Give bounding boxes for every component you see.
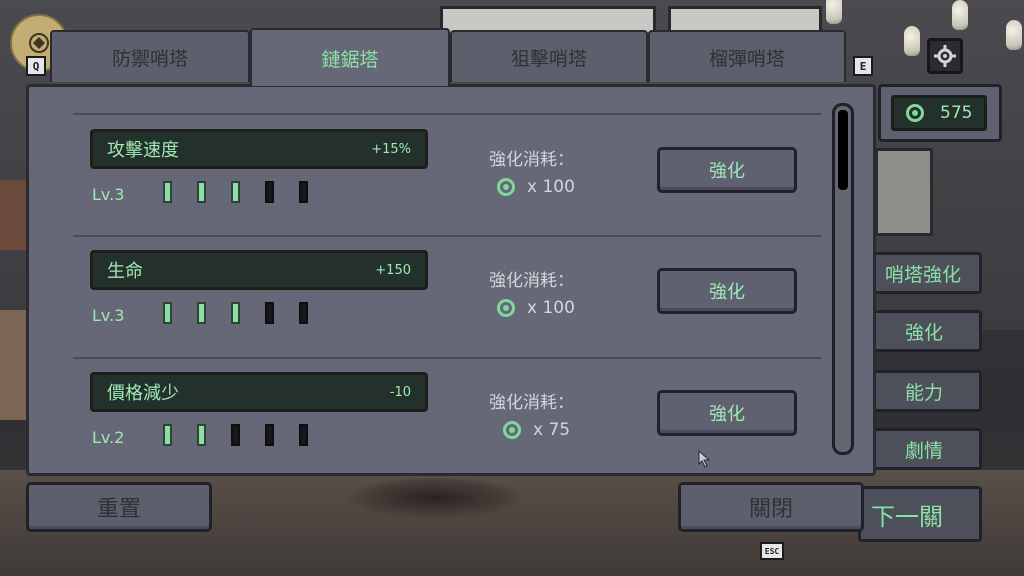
background-bulb (826, 0, 842, 24)
currency-panel: 575 (878, 84, 1002, 142)
upgrade-button[interactable]: 強化 (657, 268, 797, 314)
background-bulb (952, 0, 968, 30)
gem-icon (906, 104, 924, 122)
cost-value: x 100 (497, 298, 575, 318)
scrollbar-thumb[interactable] (838, 110, 848, 190)
level-pip-empty (265, 424, 274, 446)
background-shelf (0, 180, 28, 250)
level-pip-empty (265, 181, 274, 203)
stat-bar: 價格減少 -10 (90, 372, 428, 412)
cost-value: x 100 (497, 177, 575, 197)
upgrade-button[interactable]: 強化 (657, 390, 797, 436)
level-pip-empty (299, 302, 308, 324)
tab-chainsaw-tower[interactable]: 鏈鋸塔 (250, 28, 450, 86)
background-bulb (1006, 20, 1022, 50)
level-label: Lv.3 (92, 306, 125, 325)
upgrade-row: 生命 +150 Lv.3 強化消耗： x 100 強化 (75, 250, 823, 358)
gem-icon (497, 178, 515, 196)
divider (73, 113, 821, 115)
background-frame (875, 148, 933, 236)
stat-name: 攻擊速度 (107, 140, 179, 161)
cost-label: 強化消耗： (489, 150, 574, 170)
upgrade-list: 攻擊速度 +15% Lv.3 強化消耗： x 100 強化 生命 +150 Lv… (43, 95, 827, 467)
level-pip-filled (197, 181, 206, 203)
level-pip-filled (197, 302, 206, 324)
level-pips (163, 181, 308, 203)
upgrade-row: 攻擊速度 +15% Lv.3 強化消耗： x 100 強化 (75, 129, 823, 237)
level-pip-filled (163, 181, 172, 203)
cursor-icon (698, 450, 711, 468)
gear-icon (934, 45, 956, 67)
cost-amount: x 75 (533, 420, 571, 440)
level-pip-empty (299, 181, 308, 203)
currency-amount: 575 (940, 103, 973, 123)
level-pip-filled (163, 302, 172, 324)
stat-bonus: +15% (371, 141, 411, 157)
stat-bar: 生命 +150 (90, 250, 428, 290)
level-label: Lv.2 (92, 428, 125, 447)
close-button[interactable]: 關閉 (678, 482, 864, 532)
stat-name: 生命 (107, 261, 143, 282)
esc-key: ESC (760, 542, 784, 560)
scrollbar[interactable] (832, 103, 854, 455)
stat-bonus: -10 (389, 384, 411, 400)
level-pips (163, 302, 308, 324)
divider (73, 357, 821, 359)
reset-button[interactable]: 重置 (26, 482, 212, 532)
tab-prev-key: Q (26, 56, 46, 76)
level-pip-filled (197, 424, 206, 446)
level-pip-filled (231, 181, 240, 203)
level-pip-empty (299, 424, 308, 446)
level-pip-empty (231, 424, 240, 446)
tab-grenade-tower[interactable]: 榴彈哨塔 (648, 30, 846, 82)
side-menu-ability[interactable]: 能力 (866, 370, 982, 412)
cost-label: 強化消耗： (489, 393, 574, 413)
upgrade-panel: 攻擊速度 +15% Lv.3 強化消耗： x 100 強化 生命 +150 Lv… (26, 84, 876, 476)
tab-defense-tower[interactable]: 防禦哨塔 (50, 30, 250, 82)
level-pip-filled (163, 424, 172, 446)
cost-label: 強化消耗： (489, 271, 574, 291)
gem-icon (503, 421, 521, 439)
currency-display: 575 (891, 95, 987, 131)
background-debris (350, 478, 520, 518)
stat-name: 價格減少 (107, 383, 179, 404)
divider (73, 235, 821, 237)
side-menu-tower-upgrade[interactable]: 哨塔強化 (866, 252, 982, 294)
level-pips (163, 424, 308, 446)
side-menu-upgrade[interactable]: 強化 (866, 310, 982, 352)
cost-amount: x 100 (527, 177, 575, 197)
tab-sniper-tower[interactable]: 狙擊哨塔 (450, 30, 648, 82)
stat-bonus: +150 (375, 262, 411, 278)
level-pip-empty (265, 302, 274, 324)
gem-icon (497, 299, 515, 317)
tab-next-key: E (853, 56, 873, 76)
upgrade-button[interactable]: 強化 (657, 147, 797, 193)
cost-value: x 75 (503, 420, 570, 440)
cost-amount: x 100 (527, 298, 575, 318)
level-label: Lv.3 (92, 185, 125, 204)
next-level-button[interactable]: 下一關 (858, 486, 982, 542)
stat-bar: 攻擊速度 +15% (90, 129, 428, 169)
background-bulb (904, 26, 920, 56)
level-pip-filled (231, 302, 240, 324)
side-menu-story[interactable]: 劇情 (866, 428, 982, 470)
settings-button[interactable] (927, 38, 963, 74)
